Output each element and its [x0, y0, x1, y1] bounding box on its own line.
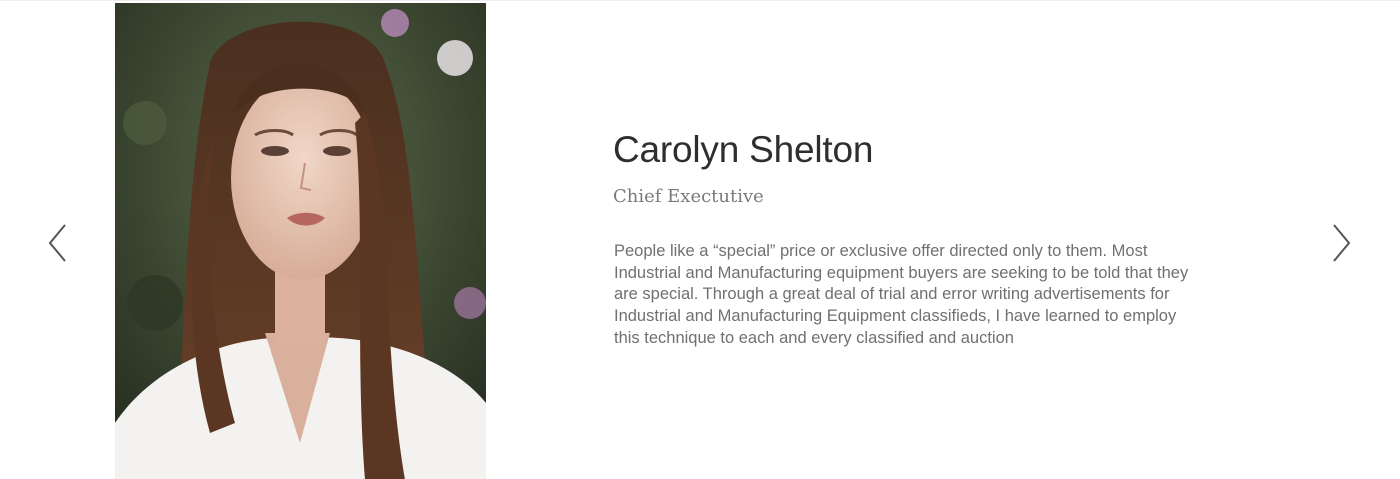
chevron-right-icon [1333, 224, 1351, 262]
member-title: Chief Exectutive [613, 186, 764, 207]
next-slide-button[interactable] [1330, 223, 1354, 263]
portrait-photo [115, 3, 486, 479]
team-member-slider: Carolyn Shelton Chief Exectutive People … [0, 0, 1400, 479]
member-bio: People like a “special” price or exclusi… [614, 242, 1189, 347]
member-name: Carolyn Shelton [613, 129, 874, 170]
previous-slide-button[interactable] [45, 223, 69, 263]
chevron-left-icon [48, 224, 66, 262]
member-details: Carolyn Shelton Chief Exectutive People … [613, 127, 1203, 350]
